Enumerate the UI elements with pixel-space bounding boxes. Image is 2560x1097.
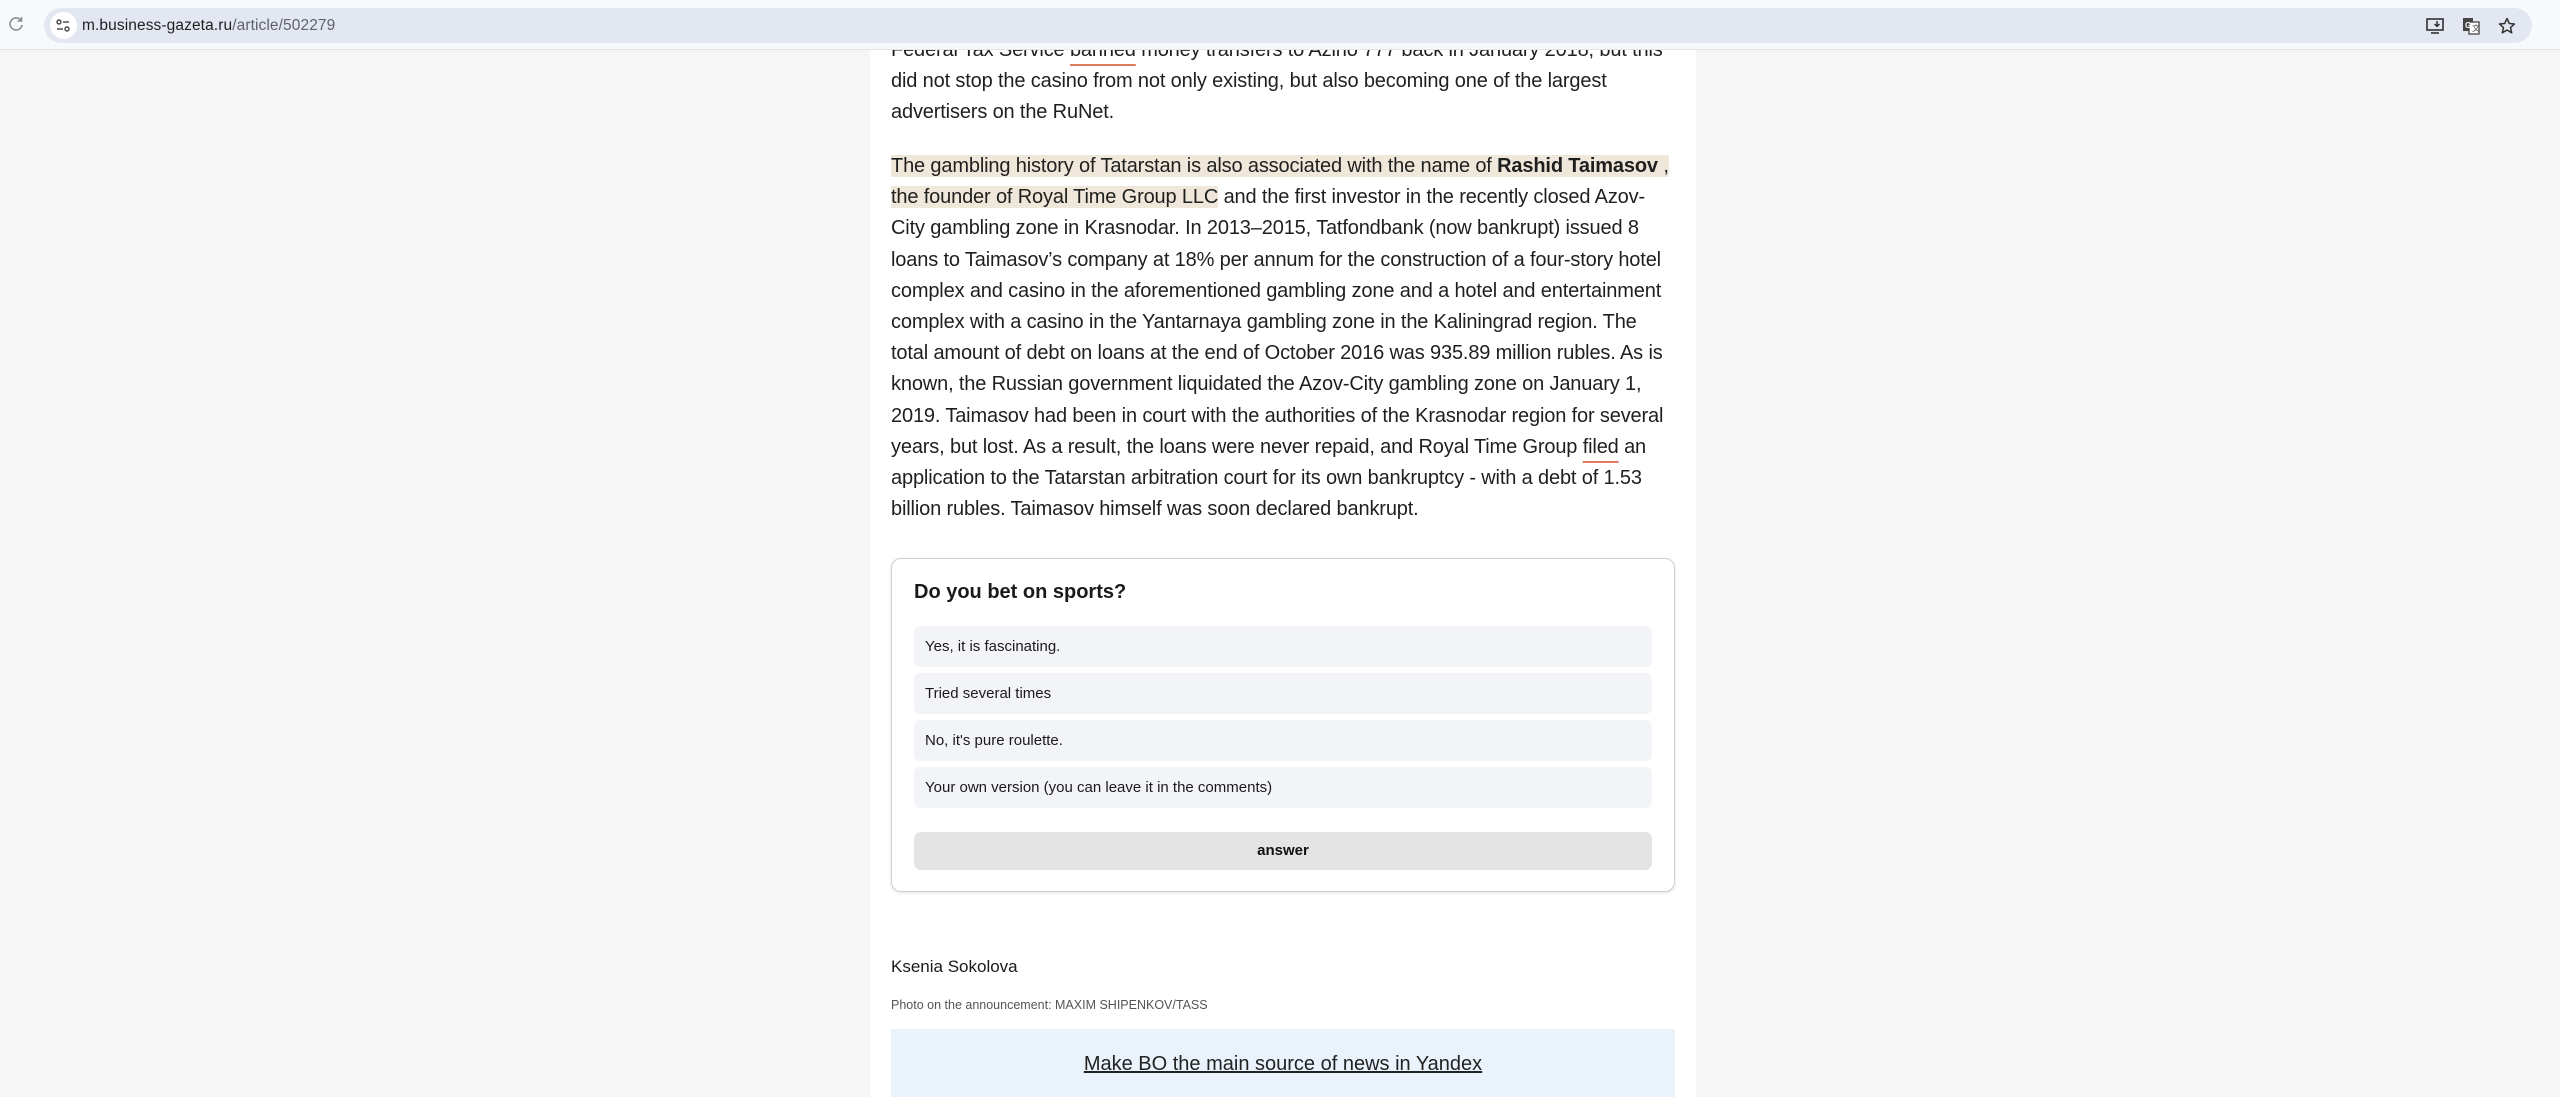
poll-option[interactable]: Tried several times [914,673,1652,714]
poll-question: Do you bet on sports? [914,581,1127,603]
url-path: /article/502279 [232,17,336,34]
article-page: Federal Tax Service banned money transfe… [870,0,1696,1097]
poll-option[interactable]: Your own version (you can leave it in th… [914,767,1652,808]
answer-button[interactable]: answer [914,832,1652,870]
photo-credit: Photo on the announcement: MAXIM SHIPENK… [891,998,1208,1012]
poll-option[interactable]: Yes, it is fascinating. [914,626,1652,667]
url-host: m.business-gazeta.ru [82,17,233,34]
yandex-source-link[interactable]: Make BO the main source of news in Yande… [891,1053,1675,1076]
person-name: Rashid Taimasov [1497,155,1658,177]
yandex-promo-box: Make BO the main source of news in Yande… [891,1029,1675,1097]
spellcheck-flagged-word[interactable]: filed [1583,436,1619,458]
paragraph-text: The gambling history of Tatarstan is als… [891,155,1498,177]
poll-option[interactable]: No, it's pure roulette. [914,720,1652,761]
url-text[interactable]: m.business-gazeta.ru/article/502279 [82,8,335,43]
bookmark-star-icon[interactable] [2496,15,2518,37]
browser-toolbar: m.business-gazeta.ru/article/502279 G文 [0,0,2560,50]
install-app-icon[interactable] [2424,15,2446,37]
reload-icon[interactable] [6,15,26,35]
translate-icon[interactable]: G文 [2460,15,2482,37]
svg-text:文: 文 [2472,23,2480,33]
author-name[interactable]: Ksenia Sokolova [891,957,1018,977]
address-bar[interactable]: m.business-gazeta.ru/article/502279 G文 [44,8,2532,43]
article-paragraph: The gambling history of Tatarstan is als… [891,151,1675,525]
paragraph-text: and the first investor in the recently c… [891,186,1664,458]
site-info-icon[interactable] [50,12,77,39]
svg-text:G: G [2465,21,2471,30]
poll-widget: Do you bet on sports? Yes, it is fascina… [891,558,1675,892]
